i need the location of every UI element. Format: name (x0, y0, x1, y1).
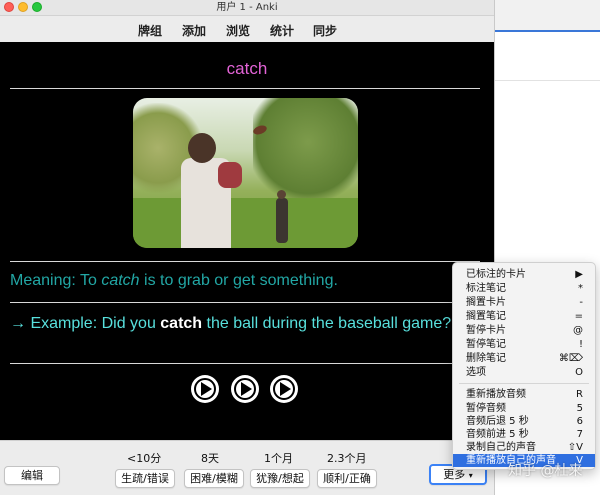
menu-item-replay-audio[interactable]: 重新播放音频 R (453, 388, 595, 401)
menu-item-bury-card[interactable]: 搁置卡片 - (453, 296, 595, 309)
background-toolbar (494, 0, 600, 31)
menu-shortcut: - (579, 297, 583, 308)
menu-label: 删除笔记 (466, 353, 506, 364)
menu-item-audio-forward[interactable]: 音频前进 5 秒 7 (453, 428, 595, 441)
menu-shortcut: 6 (576, 416, 583, 427)
play-circle-icon[interactable] (231, 375, 259, 403)
menu-label: 重新播放音频 (466, 389, 526, 400)
menu-shortcut: = (574, 311, 583, 322)
menu-item-mark-note[interactable]: 标注笔记 * (453, 282, 595, 295)
good-interval: 1个月 (264, 452, 293, 465)
menu-label: 音频后退 5 秒 (466, 416, 529, 427)
menu-label: 选项 (466, 367, 486, 378)
menu-item-record-voice[interactable]: 录制自己的声音 ⇧V (453, 441, 595, 454)
answer-bar: <10分 8天 1个月 2.3个月 编辑 生疏/错误 困难/模糊 犹豫/想起 顺… (0, 440, 494, 495)
menu-label: 暂停笔记 (466, 339, 506, 350)
example-text: → Example: Did you catch the ball during… (10, 313, 470, 334)
menu-label: 搁置卡片 (466, 297, 506, 308)
edit-button[interactable]: 编辑 (4, 466, 60, 485)
menu-label: 标注笔记 (466, 283, 506, 294)
example-prefix: → Example: Did you (10, 315, 161, 332)
easy-button[interactable]: 顺利/正确 (317, 469, 377, 488)
menu-item-options[interactable]: 选项 O (453, 366, 595, 379)
image-man-head (277, 190, 286, 199)
card-image (133, 98, 358, 248)
menu-shortcut: 5 (576, 403, 583, 414)
menu-label: 音频前进 5 秒 (466, 429, 529, 440)
meaning-text: Meaning: To catch is to grab or get some… (10, 272, 338, 290)
divider-meaning (10, 261, 480, 262)
play-circle-icon[interactable] (270, 375, 298, 403)
meaning-prefix: Meaning: To (10, 272, 102, 289)
menu-shortcut: ! (578, 339, 583, 350)
menu-shortcut: 7 (576, 429, 583, 440)
menu-item-flag-card[interactable]: 已标注的卡片 ▶ (453, 268, 595, 281)
again-interval: <10分 (127, 452, 162, 465)
menu-shortcut: O (575, 367, 583, 378)
submenu-arrow-icon: ▶ (575, 269, 583, 280)
watermark: 知乎 @杜来 (508, 463, 583, 479)
image-kid-sleeve (218, 162, 242, 188)
menu-item-suspend-card[interactable]: 暂停卡片 @ (453, 324, 595, 337)
image-grass (133, 198, 358, 248)
menu-shortcut: ⌘⌦ (558, 353, 583, 364)
menu-shortcut: @ (573, 325, 583, 336)
menu-label: 录制自己的声音 (466, 442, 536, 453)
card-view: catch Meaning: To catch is to grab or ge… (0, 42, 494, 440)
menu-shortcut: R (576, 389, 583, 400)
menu-item-bury-note[interactable]: 搁置笔记 = (453, 310, 595, 323)
play-circle-icon[interactable] (191, 375, 219, 403)
anki-window: 用户 1 - Anki 牌组 添加 浏览 统计 同步 catch Meaning… (0, 0, 495, 495)
again-button[interactable]: 生疏/错误 (115, 469, 175, 488)
card-word: catch (226, 59, 268, 78)
menu-item-suspend-note[interactable]: 暂停笔记! (453, 338, 595, 351)
menu-separator (459, 383, 589, 384)
toolbar-stats[interactable]: 统计 (270, 22, 294, 39)
divider-audio (10, 363, 480, 364)
chevron-down-icon: ▾ (468, 471, 473, 480)
hard-button[interactable]: 困难/模糊 (184, 469, 244, 488)
image-man (276, 198, 288, 243)
menu-item-audio-back[interactable]: 音频后退 5 秒 6 (453, 415, 595, 428)
divider-top (10, 88, 480, 89)
menu-label: 搁置笔记 (466, 311, 506, 322)
toolbar-sync[interactable]: 同步 (313, 22, 337, 39)
example-suffix: the ball during the baseball game? (202, 315, 452, 332)
menu-item-delete-note[interactable]: 删除笔记 ⌘⌦ (453, 352, 595, 365)
easy-interval: 2.3个月 (327, 452, 367, 465)
meaning-emphasis: catch (101, 272, 140, 289)
good-button[interactable]: 犹豫/想起 (250, 469, 310, 488)
menu-label: 已标注的卡片 (466, 269, 526, 280)
meaning-suffix: is to grab or get something. (139, 272, 338, 289)
hard-interval: 8天 (201, 452, 219, 465)
menu-shortcut: ⇧V (567, 442, 583, 453)
toolbar-browse[interactable]: 浏览 (226, 22, 250, 39)
menu-shortcut: * (578, 283, 583, 294)
menu-label: 暂停卡片 (466, 325, 506, 336)
toolbar-decks[interactable]: 牌组 (138, 22, 162, 39)
menu-label: 暂停音频 (466, 403, 506, 414)
image-tree-right (253, 98, 358, 208)
example-bold: catch (160, 315, 203, 332)
image-kid-head (188, 133, 216, 163)
window-title: 用户 1 - Anki (216, 2, 278, 13)
main-toolbar: 牌组 添加 浏览 统计 同步 (0, 16, 494, 42)
title-bar: 用户 1 - Anki (0, 0, 494, 16)
background-accent-line (494, 30, 600, 32)
divider-example (10, 302, 480, 303)
menu-item-pause-audio[interactable]: 暂停音频 5 (453, 402, 595, 415)
background-divider (494, 80, 600, 81)
toolbar-add[interactable]: 添加 (182, 22, 206, 39)
more-menu: 已标注的卡片 ▶ 标注笔记 * 搁置卡片 - 搁置笔记 = 暂停卡片 @ 暂停笔记! 删除… (452, 262, 596, 470)
